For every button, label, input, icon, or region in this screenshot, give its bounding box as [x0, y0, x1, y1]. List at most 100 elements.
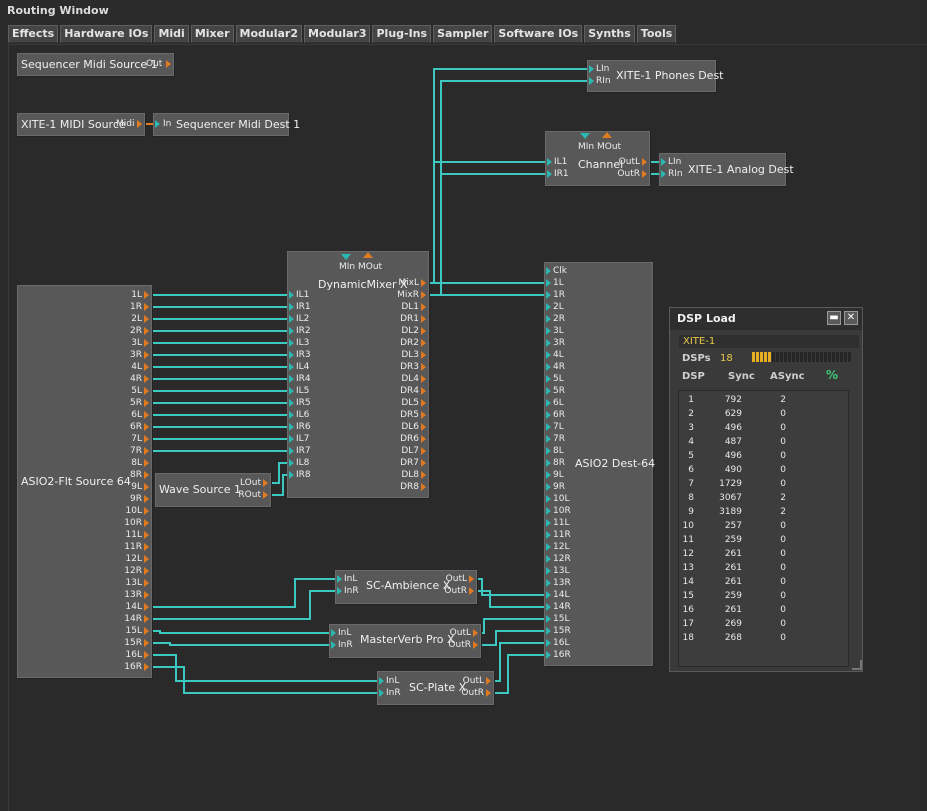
midi-in-icon[interactable] — [341, 254, 351, 260]
input-port-icon[interactable] — [546, 567, 551, 575]
input-port-icon[interactable] — [546, 591, 551, 599]
input-port-icon[interactable] — [289, 399, 294, 407]
input-port-icon[interactable] — [289, 471, 294, 479]
input-port-icon[interactable] — [546, 555, 551, 563]
output-port-icon[interactable] — [144, 663, 149, 671]
output-port-icon[interactable] — [144, 567, 149, 575]
input-port-icon[interactable] — [546, 399, 551, 407]
output-port-icon[interactable] — [144, 399, 149, 407]
percent-icon[interactable]: % — [826, 368, 838, 382]
input-port-icon[interactable] — [331, 629, 336, 637]
output-port-icon[interactable] — [473, 641, 478, 649]
input-port-icon[interactable] — [546, 267, 551, 275]
input-port-icon[interactable] — [289, 363, 294, 371]
input-port-icon[interactable] — [546, 579, 551, 587]
input-port-icon[interactable] — [379, 689, 384, 697]
output-port-icon[interactable] — [144, 351, 149, 359]
output-port-icon[interactable] — [421, 291, 426, 299]
output-port-icon[interactable] — [421, 339, 426, 347]
output-port-icon[interactable] — [486, 689, 491, 697]
tab-tools[interactable]: Tools — [636, 25, 677, 43]
dsp-load-panel[interactable]: DSP Load ▬ ✕ XITE-1 DSPs 18 DSP Sync ASy… — [669, 307, 863, 672]
output-port-icon[interactable] — [144, 423, 149, 431]
output-port-icon[interactable] — [144, 339, 149, 347]
output-port-icon[interactable] — [144, 387, 149, 395]
output-port-icon[interactable] — [421, 351, 426, 359]
tab-software-ios[interactable]: Software IOs — [494, 25, 583, 43]
input-port-icon[interactable] — [546, 471, 551, 479]
output-port-icon[interactable] — [144, 483, 149, 491]
input-port-icon[interactable] — [546, 615, 551, 623]
midi-out-icon[interactable] — [602, 132, 612, 138]
output-port-icon[interactable] — [144, 639, 149, 647]
input-port-icon[interactable] — [546, 603, 551, 611]
input-port-icon[interactable] — [546, 459, 551, 467]
output-port-icon[interactable] — [421, 435, 426, 443]
output-port-icon[interactable] — [263, 479, 268, 487]
output-port-icon[interactable] — [642, 170, 647, 178]
output-port-icon[interactable] — [421, 375, 426, 383]
output-port-icon[interactable] — [144, 531, 149, 539]
input-port-icon[interactable] — [289, 423, 294, 431]
input-port-icon[interactable] — [155, 120, 160, 128]
input-port-icon[interactable] — [289, 375, 294, 383]
output-port-icon[interactable] — [421, 459, 426, 467]
output-port-icon[interactable] — [421, 387, 426, 395]
output-port-icon[interactable] — [166, 60, 171, 68]
output-port-icon[interactable] — [144, 591, 149, 599]
input-port-icon[interactable] — [546, 291, 551, 299]
input-port-icon[interactable] — [546, 519, 551, 527]
output-port-icon[interactable] — [144, 627, 149, 635]
output-port-icon[interactable] — [144, 603, 149, 611]
output-port-icon[interactable] — [421, 471, 426, 479]
input-port-icon[interactable] — [546, 279, 551, 287]
output-port-icon[interactable] — [421, 483, 426, 491]
input-port-icon[interactable] — [337, 587, 342, 595]
output-port-icon[interactable] — [144, 459, 149, 467]
output-port-icon[interactable] — [144, 543, 149, 551]
output-port-icon[interactable] — [144, 615, 149, 623]
input-port-icon[interactable] — [289, 387, 294, 395]
input-port-icon[interactable] — [546, 531, 551, 539]
input-port-icon[interactable] — [289, 303, 294, 311]
midi-out-icon[interactable] — [363, 252, 373, 258]
input-port-icon[interactable] — [546, 543, 551, 551]
output-port-icon[interactable] — [263, 491, 268, 499]
input-port-icon[interactable] — [546, 375, 551, 383]
output-port-icon[interactable] — [421, 423, 426, 431]
output-port-icon[interactable] — [144, 519, 149, 527]
input-port-icon[interactable] — [289, 315, 294, 323]
tab-midi[interactable]: Midi — [154, 25, 189, 43]
input-port-icon[interactable] — [546, 339, 551, 347]
output-port-icon[interactable] — [144, 555, 149, 563]
output-port-icon[interactable] — [144, 435, 149, 443]
output-port-icon[interactable] — [144, 375, 149, 383]
input-port-icon[interactable] — [289, 291, 294, 299]
output-port-icon[interactable] — [421, 303, 426, 311]
output-port-icon[interactable] — [421, 447, 426, 455]
output-port-icon[interactable] — [144, 447, 149, 455]
output-port-icon[interactable] — [144, 495, 149, 503]
output-port-icon[interactable] — [473, 629, 478, 637]
input-port-icon[interactable] — [546, 351, 551, 359]
input-port-icon[interactable] — [289, 339, 294, 347]
output-port-icon[interactable] — [421, 327, 426, 335]
output-port-icon[interactable] — [137, 120, 142, 128]
input-port-icon[interactable] — [546, 303, 551, 311]
input-port-icon[interactable] — [589, 77, 594, 85]
output-port-icon[interactable] — [144, 411, 149, 419]
input-port-icon[interactable] — [546, 387, 551, 395]
input-port-icon[interactable] — [547, 158, 552, 166]
output-port-icon[interactable] — [144, 303, 149, 311]
input-port-icon[interactable] — [546, 435, 551, 443]
output-port-icon[interactable] — [421, 279, 426, 287]
input-port-icon[interactable] — [289, 351, 294, 359]
output-port-icon[interactable] — [144, 507, 149, 515]
output-port-icon[interactable] — [144, 363, 149, 371]
input-port-icon[interactable] — [546, 651, 551, 659]
input-port-icon[interactable] — [546, 627, 551, 635]
input-port-icon[interactable] — [546, 423, 551, 431]
tab-mixer[interactable]: Mixer — [190, 25, 234, 43]
input-port-icon[interactable] — [546, 639, 551, 647]
output-port-icon[interactable] — [469, 587, 474, 595]
